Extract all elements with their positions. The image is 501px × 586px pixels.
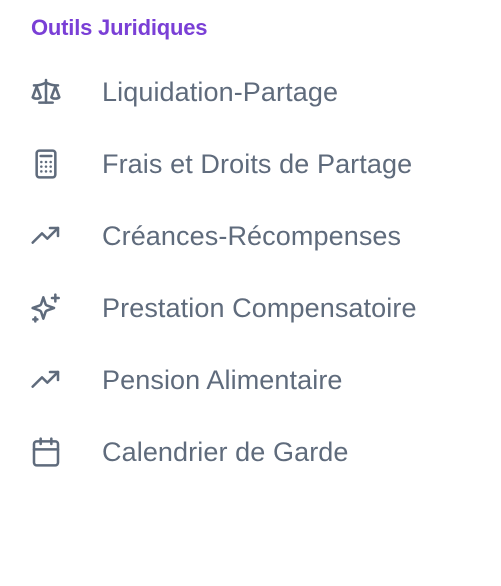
- nav-item-label: Créances-Récompenses: [102, 221, 402, 251]
- nav-item-pension-alimentaire[interactable]: Pension Alimentaire: [0, 344, 501, 416]
- scale-icon: [29, 75, 63, 109]
- nav-item-label: Pension Alimentaire: [102, 365, 343, 395]
- calendar-icon: [29, 435, 63, 469]
- nav-item-frais-droits-partage[interactable]: Frais et Droits de Partage: [0, 128, 501, 200]
- calculator-icon: [29, 147, 63, 181]
- nav-item-label: Frais et Droits de Partage: [102, 149, 413, 179]
- sparkles-icon: [29, 291, 63, 325]
- trending-up-icon: [29, 219, 63, 253]
- nav-item-label: Calendrier de Garde: [102, 437, 349, 467]
- nav-item-prestation-compensatoire[interactable]: Prestation Compensatoire: [0, 272, 501, 344]
- nav-item-label: Prestation Compensatoire: [102, 293, 417, 323]
- nav-item-liquidation-partage[interactable]: Liquidation-Partage: [0, 56, 501, 128]
- section-title: Outils Juridiques: [31, 15, 208, 40]
- nav-item-label: Liquidation-Partage: [102, 77, 339, 107]
- nav-list: Liquidation-Partage Frais et Droits de P…: [0, 56, 501, 488]
- trending-up-icon: [29, 363, 63, 397]
- nav-item-calendrier-garde[interactable]: Calendrier de Garde: [0, 416, 501, 488]
- nav-item-creances-recompenses[interactable]: Créances-Récompenses: [0, 200, 501, 272]
- legal-tools-menu: Outils Juridiques Liquidation-Partage Fr…: [0, 0, 501, 586]
